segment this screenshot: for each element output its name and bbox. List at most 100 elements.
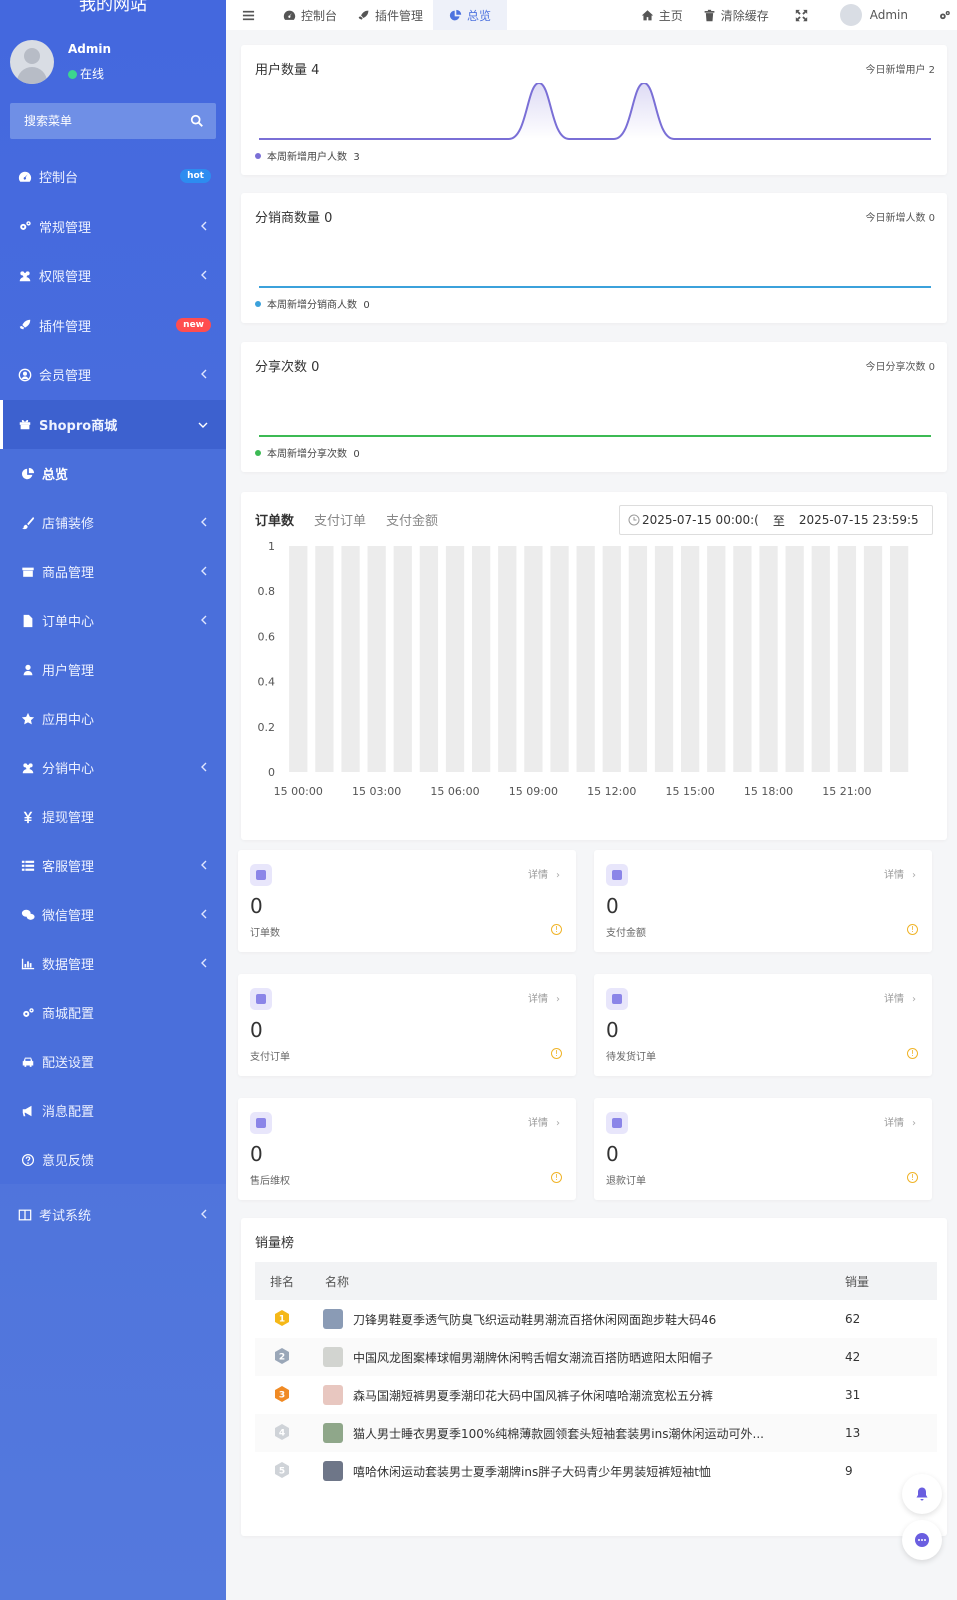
- info-icon[interactable]: !: [907, 1172, 918, 1183]
- stat-paid-orders[interactable]: 详情 › 0 支付订单 !: [238, 974, 576, 1076]
- chevron-left-icon: [201, 909, 207, 919]
- stat-order-count[interactable]: 详情 › 0 订单数 !: [238, 850, 576, 952]
- sidebar-item-withdraw[interactable]: 提现管理: [0, 792, 226, 841]
- info-icon[interactable]: !: [551, 1048, 562, 1059]
- product-name[interactable]: 猫人男士睡衣男夏季100%纯棉薄款圆领套头短袖套装男ins潮休闲运动可外...: [353, 1425, 764, 1442]
- detail-link[interactable]: 详情 ›: [884, 990, 916, 1005]
- date-end[interactable]: 2025-07-15 23:59:5: [799, 513, 919, 527]
- stat-refund-orders[interactable]: 详情 › 0 退款订单 !: [594, 1098, 932, 1200]
- detail-link[interactable]: 详情 ›: [884, 866, 916, 881]
- product-name[interactable]: 中国风龙图案棒球帽男潮牌休闲鸭舌帽女潮流百搭防晒遮阳太阳帽子: [353, 1349, 713, 1366]
- table-row[interactable]: 4 猫人男士睡衣男夏季100%纯棉薄款圆领套头短袖套装男ins潮休闲运动可外...…: [255, 1414, 937, 1452]
- home-link[interactable]: 主页: [631, 0, 693, 30]
- card-title: 用户数量 4: [255, 63, 320, 78]
- new-badge: new: [176, 317, 211, 332]
- chevron-down-icon: [198, 422, 208, 428]
- y-tick-label: 0.2: [258, 721, 276, 734]
- legend-value: 3: [353, 152, 360, 163]
- detail-link[interactable]: 详情 ›: [884, 1114, 916, 1129]
- clear-cache-button[interactable]: 清除缓存: [693, 0, 779, 30]
- search-input[interactable]: [10, 103, 170, 139]
- sidebar-item-overview[interactable]: 总览: [0, 449, 226, 498]
- table-row[interactable]: 2 中国风龙图案棒球帽男潮牌休闲鸭舌帽女潮流百搭防晒遮阳太阳帽子 42: [255, 1338, 937, 1376]
- stat-after-sales[interactable]: 详情 › 0 售后维权 !: [238, 1098, 576, 1200]
- date-start[interactable]: 2025-07-15 00:00:(: [642, 513, 759, 527]
- tab-order-count[interactable]: 订单数: [255, 510, 294, 529]
- detail-link[interactable]: 详情 ›: [528, 1114, 560, 1129]
- menu-toggle[interactable]: [226, 0, 273, 30]
- sidebar-item-service[interactable]: 客服管理: [0, 841, 226, 890]
- x-tick-label: 15 15:00: [666, 785, 715, 798]
- x-tick-label: 15 09:00: [509, 785, 558, 798]
- bar-background: [733, 546, 752, 772]
- sidebar-item-users[interactable]: 用户管理: [0, 645, 226, 694]
- sidebar-item-plugins[interactable]: 插件管理 new: [0, 301, 226, 351]
- sidebar-item-exam[interactable]: 考试系统: [0, 1190, 226, 1240]
- product-name[interactable]: 嘻哈休闲运动套装男士夏季潮牌ins胖子大码青少年男装短裤短袖t恤: [353, 1463, 711, 1480]
- main-content: 用户数量 4 今日新增用户 2 本周新增用户人数 3 分销商数量 0 今日新增人…: [226, 30, 957, 1600]
- hamburger-icon: [242, 10, 255, 20]
- settings-button[interactable]: [926, 0, 957, 30]
- dashboard-icon: [17, 170, 33, 184]
- sidebar-item-apps[interactable]: 应用中心: [0, 694, 226, 743]
- user-menu[interactable]: Admin: [824, 0, 926, 30]
- table-row[interactable]: 1 刀锋男鞋夏季透气防臭飞织运动鞋男潮流百搭休闲网面跑步鞋大码46 62: [255, 1300, 937, 1338]
- sidebar-item-data[interactable]: 数据管理: [0, 939, 226, 988]
- stat-pending-shipment[interactable]: 详情 › 0 待发货订单 !: [594, 974, 932, 1076]
- date-range-picker[interactable]: 2025-07-15 00:00:( 至 2025-07-15 23:59:5: [619, 505, 933, 535]
- table-header: 排名 名称 销量: [255, 1262, 937, 1300]
- sidebar-item-message[interactable]: 消息配置: [0, 1086, 226, 1135]
- y-tick-label: 0: [268, 766, 275, 779]
- notification-button[interactable]: [902, 1474, 942, 1514]
- sidebar-item-mall-config[interactable]: 商城配置: [0, 988, 226, 1037]
- search-icon[interactable]: [190, 114, 204, 128]
- tab-plugins[interactable]: 插件管理: [347, 0, 433, 30]
- sidebar-item-label: 配送设置: [42, 1056, 95, 1071]
- sales-value: 13: [845, 1426, 861, 1440]
- sidebar-item-delivery[interactable]: 配送设置: [0, 1037, 226, 1086]
- chevron-left-icon: [201, 860, 207, 870]
- sidebar-item-shopro[interactable]: Shopro商城: [0, 399, 226, 449]
- info-icon[interactable]: !: [907, 924, 918, 935]
- sales-value: 62: [845, 1312, 861, 1326]
- legend-dot: [255, 153, 261, 159]
- chat-button[interactable]: [902, 1520, 942, 1560]
- sidebar-item-decoration[interactable]: 店铺装修: [0, 498, 226, 547]
- site-title[interactable]: 我的网站: [0, 0, 226, 28]
- detail-link[interactable]: 详情 ›: [528, 866, 560, 881]
- sidebar-item-feedback[interactable]: 意见反馈: [0, 1135, 226, 1184]
- sidebar-item-goods[interactable]: 商品管理: [0, 547, 226, 596]
- product-name[interactable]: 森马国潮短裤男夏季潮印花大码中国风裤子休闲嘻哈潮流宽松五分裤: [353, 1387, 713, 1404]
- bar-background: [785, 546, 804, 772]
- info-icon[interactable]: !: [551, 1172, 562, 1183]
- detail-link[interactable]: 详情 ›: [528, 990, 560, 1005]
- wallet-icon: [606, 864, 628, 886]
- table-row[interactable]: 3 森马国潮短裤男夏季潮印花大码中国风裤子休闲嘻哈潮流宽松五分裤 31: [255, 1376, 937, 1414]
- rocket-icon: [17, 318, 33, 332]
- tab-dashboard[interactable]: 控制台: [273, 0, 347, 30]
- tab-paid-orders[interactable]: 支付订单: [314, 510, 366, 529]
- brush-icon: [20, 516, 36, 530]
- sidebar-item-auth[interactable]: 权限管理: [0, 251, 226, 301]
- table-row[interactable]: 5 嘻哈休闲运动套装男士夏季潮牌ins胖子大码青少年男装短裤短袖t恤 9: [255, 1452, 937, 1490]
- sidebar-item-label: 考试系统: [39, 1209, 92, 1225]
- home-label: 主页: [658, 8, 683, 23]
- sidebar-item-label: 会员管理: [39, 369, 92, 385]
- product-name[interactable]: 刀锋男鞋夏季透气防臭飞织运动鞋男潮流百搭休闲网面跑步鞋大码46: [353, 1311, 716, 1328]
- fullscreen-button[interactable]: [779, 0, 824, 30]
- tab-overview[interactable]: 总览: [433, 0, 508, 30]
- user-status-text: 在线: [80, 67, 105, 81]
- sidebar-item-general[interactable]: 常规管理: [0, 202, 226, 252]
- sidebar-item-dashboard[interactable]: 控制台 hot: [0, 152, 226, 202]
- tab-paid-amount[interactable]: 支付金额: [386, 510, 438, 529]
- pie-chart-icon: [20, 467, 36, 481]
- stat-paid-amount[interactable]: 详情 › 0 支付金额 !: [594, 850, 932, 952]
- tab-label: 控制台: [301, 8, 338, 23]
- sidebar-item-distribution[interactable]: 分销中心: [0, 743, 226, 792]
- sidebar-item-orders[interactable]: 订单中心: [0, 596, 226, 645]
- box-icon: [20, 565, 36, 579]
- info-icon[interactable]: !: [551, 924, 562, 935]
- sidebar-item-wechat[interactable]: 微信管理: [0, 890, 226, 939]
- sidebar-item-members[interactable]: 会员管理: [0, 350, 226, 400]
- info-icon[interactable]: !: [907, 1048, 918, 1059]
